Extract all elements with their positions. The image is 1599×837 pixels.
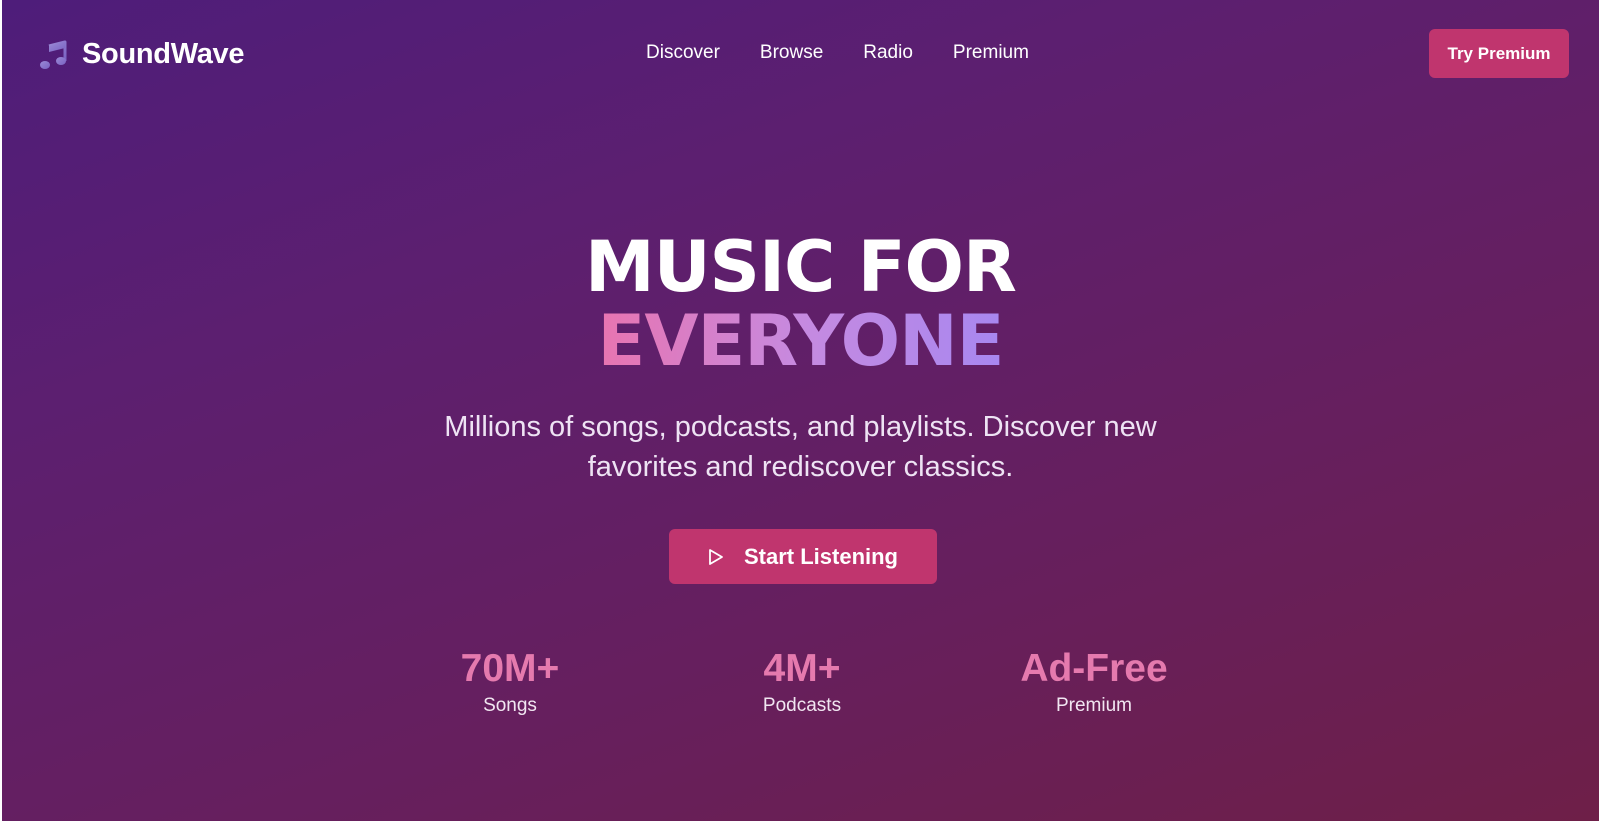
nav-discover[interactable]: Discover <box>646 42 720 64</box>
nav-radio[interactable]: Radio <box>863 42 913 64</box>
stats-row: 70M+ Songs 4M+ Podcasts Ad-Free Premium <box>2 646 1599 726</box>
start-listening-label: Start Listening <box>743 543 898 569</box>
hero-subtitle-line1: Millions of songs, podcasts, and playlis… <box>444 411 1157 443</box>
try-premium-button[interactable]: Try Premium <box>1429 29 1569 78</box>
brand-logo[interactable]: SoundWave <box>38 38 244 71</box>
hero-title-line2: EVERYONE <box>597 300 1005 382</box>
stat-songs: 70M+ Songs <box>390 646 630 718</box>
main-nav: Discover Browse Radio Premium <box>646 42 1029 64</box>
play-icon <box>709 548 723 565</box>
stat-label: Premium <box>1055 695 1132 716</box>
start-listening-button[interactable]: Start Listening <box>669 529 937 584</box>
page-bottom-edge <box>0 821 1599 837</box>
brand-name: SoundWave <box>82 38 245 70</box>
stat-value: Ad-Free <box>1020 647 1168 690</box>
hero-subtitle-line2: favorites and rediscover classics. <box>587 451 1014 483</box>
stat-ad-free: Ad-Free Premium <box>974 646 1214 718</box>
hero-section: MUSIC FOR EVERYONE <box>2 230 1599 378</box>
nav-browse[interactable]: Browse <box>760 42 823 64</box>
stat-value: 70M+ <box>460 647 560 690</box>
stat-label: Songs <box>483 695 537 716</box>
hero-title-line1: MUSIC FOR <box>585 226 1017 308</box>
stat-podcasts: 4M+ Podcasts <box>682 646 922 718</box>
stat-value: 4M+ <box>763 647 841 690</box>
stat-label: Podcasts <box>762 695 842 716</box>
nav-premium[interactable]: Premium <box>953 42 1029 64</box>
landing-page: SoundWave Discover Browse Radio Premium … <box>2 0 1599 821</box>
hero-subtitle: Millions of songs, podcasts, and playlis… <box>2 407 1599 487</box>
music-note-icon <box>40 40 67 69</box>
